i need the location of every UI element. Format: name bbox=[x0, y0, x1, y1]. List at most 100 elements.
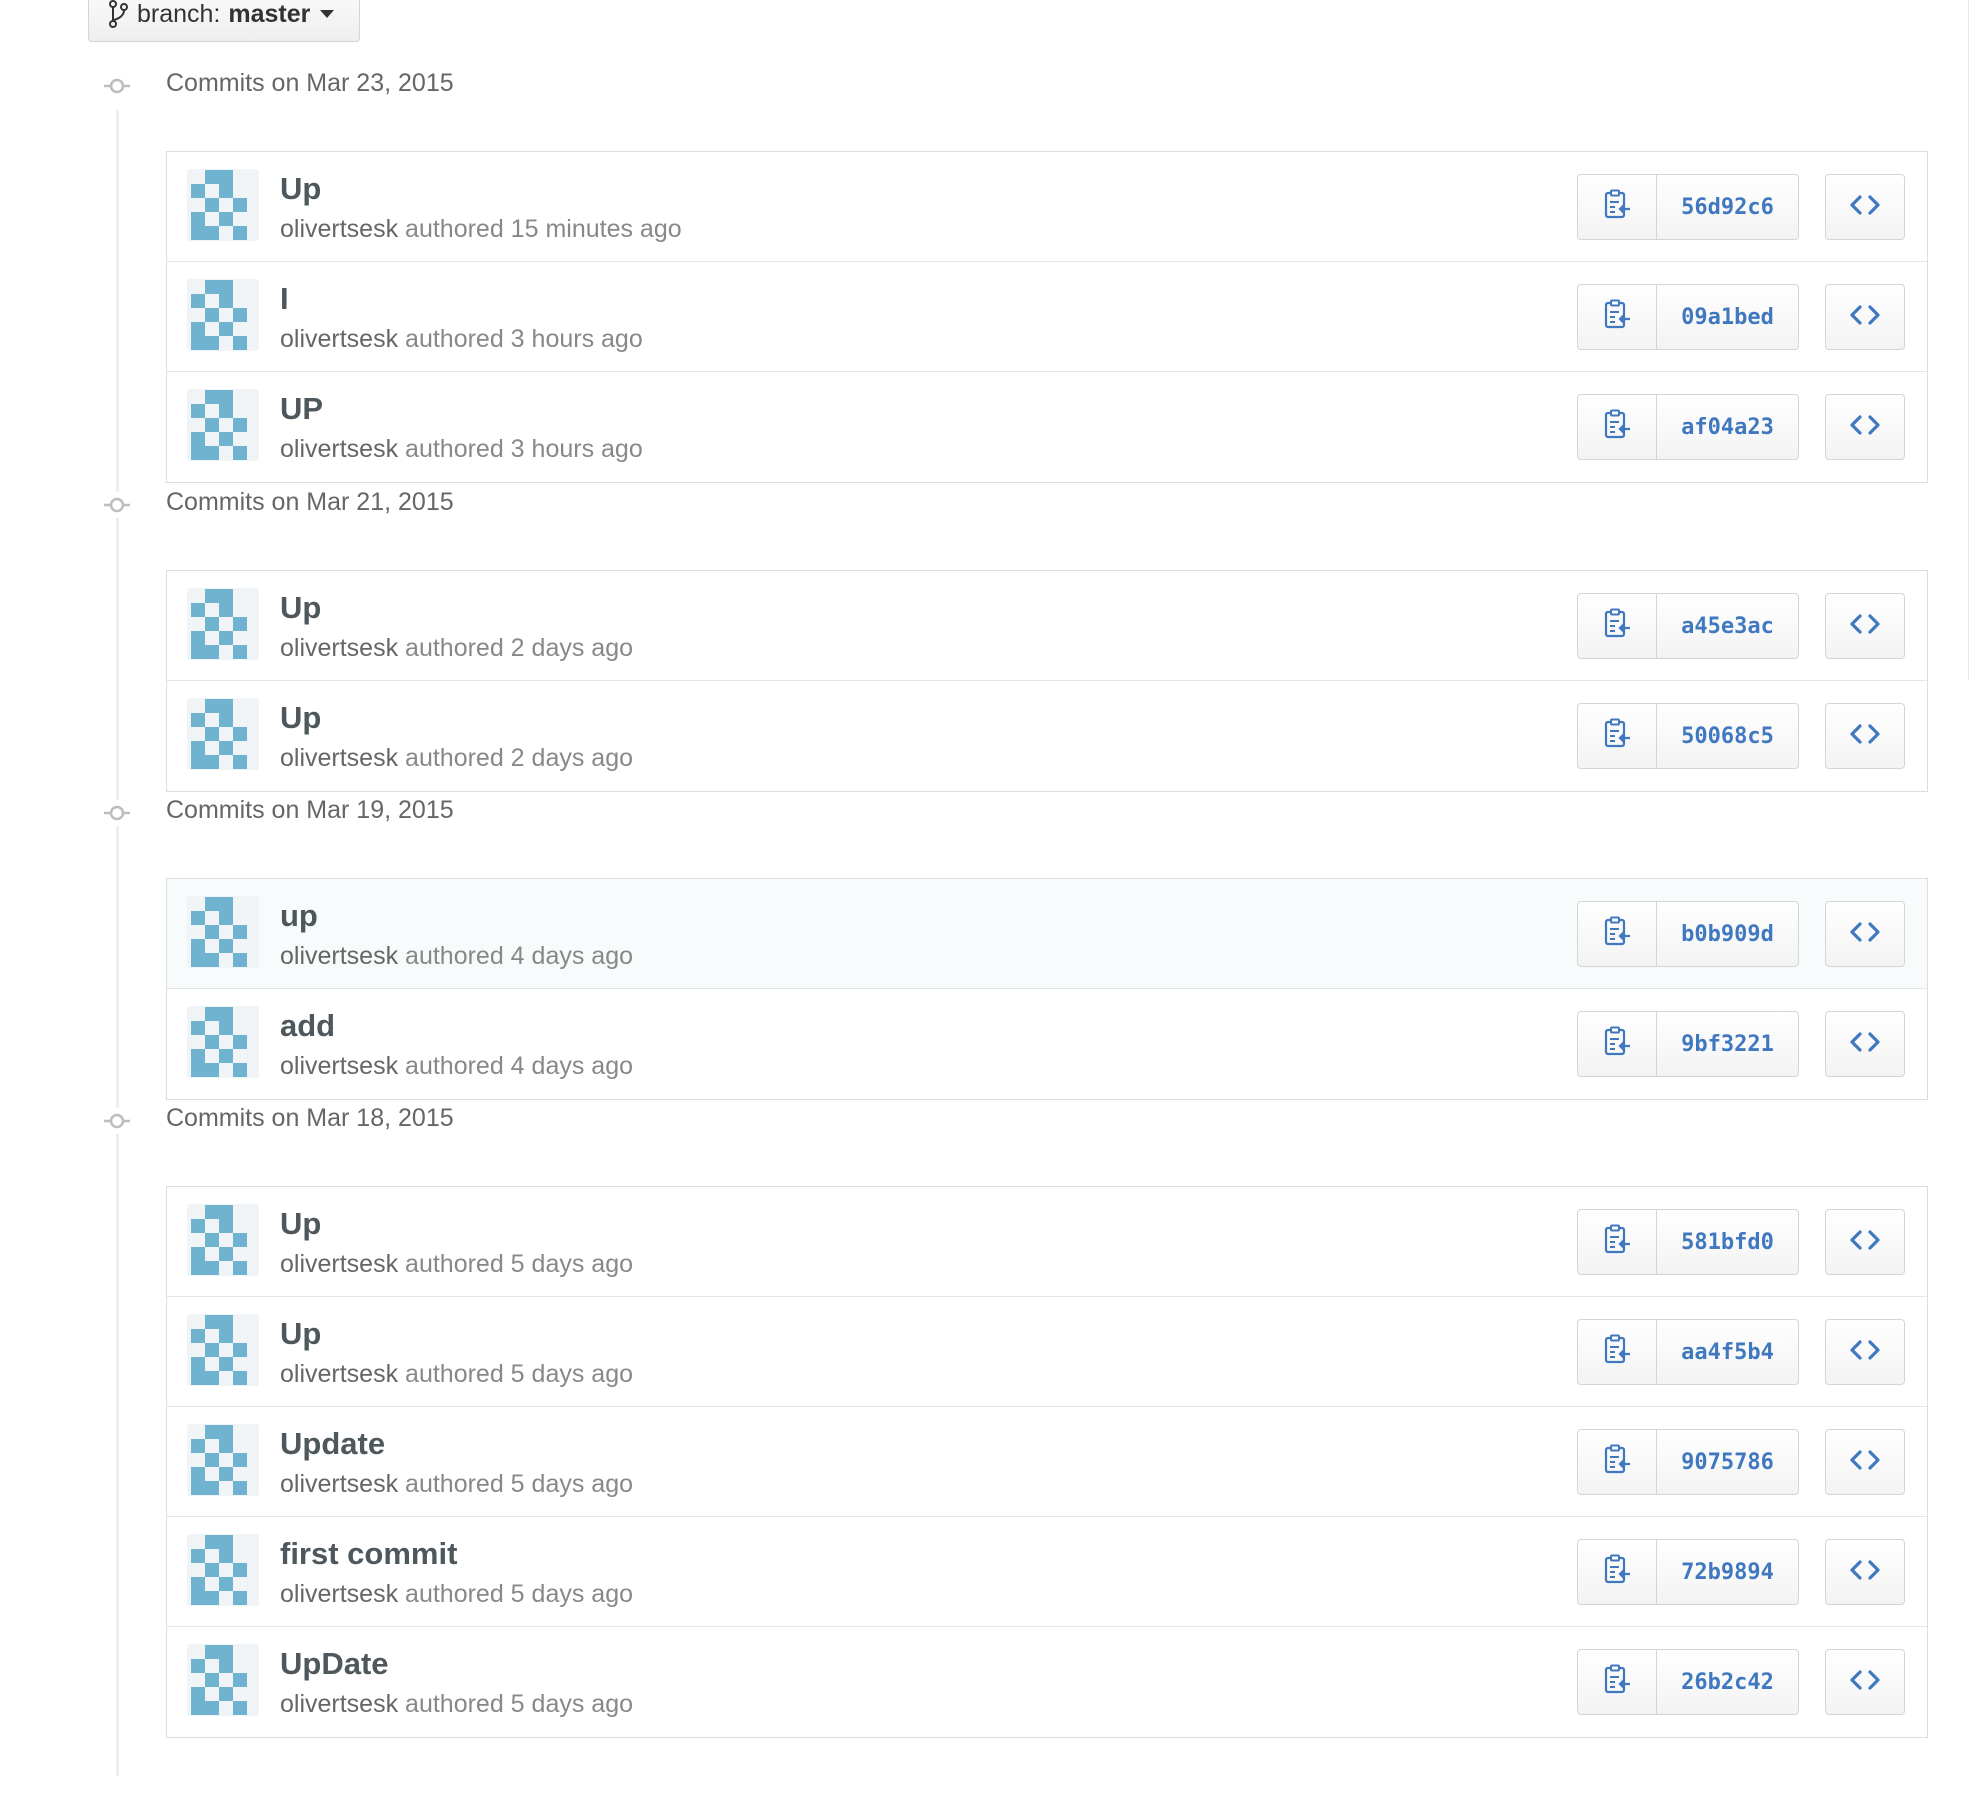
commit-author-link[interactable]: olivertsesk bbox=[280, 942, 398, 970]
commit-title-link[interactable]: Update bbox=[280, 1426, 385, 1462]
copy-sha-button[interactable] bbox=[1578, 594, 1657, 658]
avatar[interactable] bbox=[187, 588, 259, 660]
avatar[interactable] bbox=[187, 1204, 259, 1276]
commit-sha-link[interactable]: 581bfd0 bbox=[1657, 1210, 1798, 1274]
copy-sha-button[interactable] bbox=[1578, 395, 1657, 459]
git-commit-icon bbox=[104, 1108, 130, 1134]
commit-author-link[interactable]: olivertsesk bbox=[280, 1360, 398, 1388]
commit-author-link[interactable]: olivertsesk bbox=[280, 1250, 398, 1278]
commit-title-link[interactable]: UP bbox=[280, 391, 323, 427]
avatar[interactable] bbox=[187, 279, 259, 351]
commit-meta: olivertsesk authored 2 days ago bbox=[280, 744, 633, 773]
clipboard-icon bbox=[1602, 718, 1632, 755]
browse-code-button[interactable] bbox=[1825, 593, 1905, 659]
code-icon bbox=[1849, 1449, 1881, 1476]
commit-title-link[interactable]: add bbox=[280, 1008, 335, 1044]
commit-group-header: Commits on Mar 21, 2015 bbox=[0, 484, 1976, 524]
commit-sha-link[interactable]: 9075786 bbox=[1657, 1430, 1798, 1494]
commit-title-link[interactable]: Up bbox=[280, 1206, 321, 1242]
commit-sha-button-group: 581bfd0 bbox=[1577, 1209, 1799, 1275]
commit-authored-time: authored 5 days ago bbox=[405, 1470, 634, 1498]
commit-author-link[interactable]: olivertsesk bbox=[280, 1052, 398, 1080]
commit-author-link[interactable]: olivertsesk bbox=[280, 1470, 398, 1498]
branch-name: master bbox=[228, 0, 311, 28]
commit-list: Up olivertsesk authored 5 days ago 581bfd0… bbox=[166, 1186, 1928, 1738]
commit-title-link[interactable]: first commit bbox=[280, 1536, 457, 1572]
avatar[interactable] bbox=[187, 698, 259, 770]
browse-code-button[interactable] bbox=[1825, 1209, 1905, 1275]
copy-sha-button[interactable] bbox=[1578, 1540, 1657, 1604]
commit-title-link[interactable]: Up bbox=[280, 590, 321, 626]
avatar[interactable] bbox=[187, 1534, 259, 1606]
commit-title-link[interactable]: UpDate bbox=[280, 1646, 389, 1682]
commit-meta: olivertsesk authored 3 hours ago bbox=[280, 435, 643, 464]
avatar[interactable] bbox=[187, 896, 259, 968]
copy-sha-button[interactable] bbox=[1578, 1012, 1657, 1076]
commit-author-link[interactable]: olivertsesk bbox=[280, 215, 398, 243]
copy-sha-button[interactable] bbox=[1578, 704, 1657, 768]
commit-authored-time: authored 4 days ago bbox=[405, 1052, 634, 1080]
copy-sha-button[interactable] bbox=[1578, 902, 1657, 966]
commit-group-header: Commits on Mar 18, 2015 bbox=[0, 1100, 1976, 1140]
commit-author-link[interactable]: olivertsesk bbox=[280, 435, 398, 463]
avatar[interactable] bbox=[187, 1424, 259, 1496]
commit-sha-link[interactable]: b0b909d bbox=[1657, 902, 1798, 966]
commit-sha-link[interactable]: 56d92c6 bbox=[1657, 175, 1798, 239]
browse-code-button[interactable] bbox=[1825, 394, 1905, 460]
commit-sha-button-group: 09a1bed bbox=[1577, 284, 1799, 350]
avatar[interactable] bbox=[187, 389, 259, 461]
copy-sha-button[interactable] bbox=[1578, 1430, 1657, 1494]
browse-code-button[interactable] bbox=[1825, 1649, 1905, 1715]
commit-sha-link[interactable]: 09a1bed bbox=[1657, 285, 1798, 349]
code-icon bbox=[1849, 613, 1881, 640]
commit-title-link[interactable]: up bbox=[280, 898, 318, 934]
commit-group: Commits on Mar 19, 2015 up olivertsesk aut… bbox=[0, 796, 1976, 1100]
browse-code-button[interactable] bbox=[1825, 703, 1905, 769]
copy-sha-button[interactable] bbox=[1578, 285, 1657, 349]
commit-sha-link[interactable]: 26b2c42 bbox=[1657, 1650, 1798, 1714]
avatar[interactable] bbox=[187, 1644, 259, 1716]
commit-row: UpDate olivertsesk authored 5 days ago 26b… bbox=[167, 1627, 1927, 1737]
commit-sha-button-group: 72b9894 bbox=[1577, 1539, 1799, 1605]
commit-authored-time: authored 2 days ago bbox=[405, 634, 634, 662]
branch-select-button[interactable]: branch: master bbox=[88, 0, 360, 42]
commit-sha-link[interactable]: 9bf3221 bbox=[1657, 1012, 1798, 1076]
commit-author-link[interactable]: olivertsesk bbox=[280, 634, 398, 662]
commit-row: Up olivertsesk authored 5 days ago 581bfd0 bbox=[167, 1187, 1927, 1297]
browse-code-button[interactable] bbox=[1825, 1319, 1905, 1385]
commit-sha-link[interactable]: 50068c5 bbox=[1657, 704, 1798, 768]
commit-title-link[interactable]: Up bbox=[280, 171, 321, 207]
commit-author-link[interactable]: olivertsesk bbox=[280, 1690, 398, 1718]
commit-sha-button-group: b0b909d bbox=[1577, 901, 1799, 967]
code-icon bbox=[1849, 1339, 1881, 1366]
avatar[interactable] bbox=[187, 169, 259, 241]
copy-sha-button[interactable] bbox=[1578, 1210, 1657, 1274]
commit-meta: olivertsesk authored 15 minutes ago bbox=[280, 215, 682, 244]
browse-code-button[interactable] bbox=[1825, 1429, 1905, 1495]
commit-sha-link[interactable]: aa4f5b4 bbox=[1657, 1320, 1798, 1384]
commit-title-link[interactable]: Up bbox=[280, 700, 321, 736]
commit-author-link[interactable]: olivertsesk bbox=[280, 325, 398, 353]
timeline-line bbox=[116, 110, 119, 1776]
commit-sha-link[interactable]: 72b9894 bbox=[1657, 1540, 1798, 1604]
commit-sha-button-group: 9075786 bbox=[1577, 1429, 1799, 1495]
copy-sha-button[interactable] bbox=[1578, 1320, 1657, 1384]
browse-code-button[interactable] bbox=[1825, 1539, 1905, 1605]
commit-author-link[interactable]: olivertsesk bbox=[280, 744, 398, 772]
browse-code-button[interactable] bbox=[1825, 1011, 1905, 1077]
commit-sha-button-group: a45e3ac bbox=[1577, 593, 1799, 659]
copy-sha-button[interactable] bbox=[1578, 175, 1657, 239]
browse-code-button[interactable] bbox=[1825, 174, 1905, 240]
avatar[interactable] bbox=[187, 1006, 259, 1078]
avatar[interactable] bbox=[187, 1314, 259, 1386]
commit-title-link[interactable]: I bbox=[280, 281, 289, 317]
commit-title-link[interactable]: Up bbox=[280, 1316, 321, 1352]
clipboard-icon bbox=[1602, 189, 1632, 226]
commit-sha-link[interactable]: a45e3ac bbox=[1657, 594, 1798, 658]
commit-authored-time: authored 5 days ago bbox=[405, 1250, 634, 1278]
browse-code-button[interactable] bbox=[1825, 901, 1905, 967]
commit-author-link[interactable]: olivertsesk bbox=[280, 1580, 398, 1608]
browse-code-button[interactable] bbox=[1825, 284, 1905, 350]
commit-sha-link[interactable]: af04a23 bbox=[1657, 395, 1798, 459]
copy-sha-button[interactable] bbox=[1578, 1650, 1657, 1714]
